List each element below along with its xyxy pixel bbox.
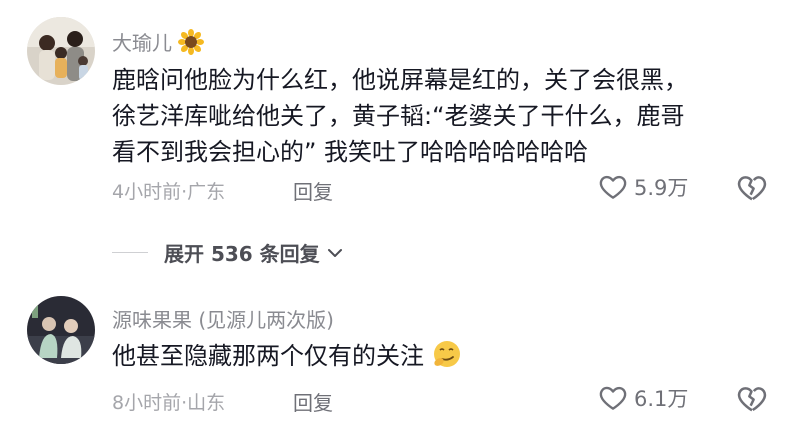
reply-button[interactable]: 回复 xyxy=(293,176,333,205)
time-location: 8小时前·山东 xyxy=(112,392,226,414)
sunflower-emoji-icon xyxy=(178,29,205,60)
like-button[interactable]: 5.9万 xyxy=(598,172,688,202)
smirk-emoji-icon xyxy=(432,339,462,379)
like-button[interactable]: 6.1万 xyxy=(598,383,688,413)
comment-text: 鹿晗问他脸为什么红，他说屏幕是红的，关了会很黑， 徐艺洋库呲给他关了，黄子韬:“… xyxy=(112,62,782,170)
like-count: 5.9万 xyxy=(634,176,689,200)
heart-outline-icon xyxy=(599,386,627,410)
username-text: 大瑜儿 xyxy=(112,31,172,55)
divider xyxy=(112,252,148,253)
time-location: 4小时前·广东 xyxy=(112,181,226,203)
username[interactable]: 源味果果 (见源儿两次版) xyxy=(112,304,334,333)
comment-line: 鹿晗问他脸为什么红，他说屏幕是红的，关了会很黑， xyxy=(112,66,688,94)
like-count: 6.1万 xyxy=(634,387,689,411)
comment-line: 他甚至隐藏那两个仅有的关注 xyxy=(112,342,424,370)
username[interactable]: 大瑜儿 xyxy=(112,27,205,60)
avatar[interactable] xyxy=(27,17,95,85)
username-text: 源味果果 (见源儿两次版) xyxy=(112,308,334,332)
expand-replies-button[interactable]: 展开 536 条回复 xyxy=(112,238,344,267)
avatar[interactable] xyxy=(27,296,95,364)
comment-text: 他甚至隐藏那两个仅有的关注 xyxy=(112,338,782,379)
comment-line: 看不到我会担心的” 我笑吐了哈哈哈哈哈哈哈 xyxy=(112,138,589,166)
broken-heart-icon[interactable] xyxy=(736,383,768,419)
comment-line: 徐艺洋库呲给他关了，黄子韬:“老婆关了干什么，鹿哥 xyxy=(112,102,685,130)
heart-outline-icon xyxy=(599,175,627,199)
broken-heart-icon[interactable] xyxy=(736,172,768,208)
chevron-down-icon xyxy=(327,248,342,257)
reply-button[interactable]: 回复 xyxy=(293,387,333,416)
expand-replies-label: 展开 536 条回复 xyxy=(164,242,320,266)
